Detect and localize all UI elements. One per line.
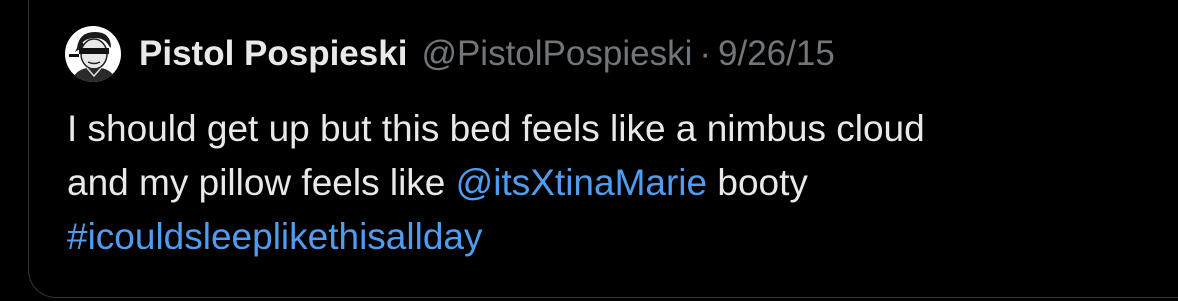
mention-link[interactable]: @itsXtinaMarie (456, 162, 707, 203)
tweet-text-line-1: I should get up but this bed feels like … (67, 108, 925, 149)
avatar-drawing-icon (65, 26, 121, 82)
author-name[interactable]: Pistol Pospieski (139, 34, 407, 74)
tweet-text: I should get up but this bed feels like … (67, 102, 1157, 264)
tweet-text-line-2-suffix: booty (707, 162, 808, 203)
tweet-text-line-3: #icouldsleeplikethisallday (67, 210, 1157, 264)
avatar[interactable] (65, 26, 121, 82)
tweet-text-line-2: and my pillow feels like @itsXtinaMarie … (67, 156, 1157, 210)
tweet-header: Pistol Pospieski @PistolPospieski · 9/26… (65, 26, 835, 82)
hashtag-link[interactable]: #icouldsleeplikethisallday (67, 216, 482, 257)
tweet-text-line-2-prefix: and my pillow feels like (67, 162, 456, 203)
separator-dot: · (699, 34, 712, 73)
author-handle[interactable]: @PistolPospieski (421, 34, 692, 74)
tweet-date[interactable]: 9/26/15 (718, 34, 835, 74)
quoted-tweet-card[interactable]: Pistol Pospieski @PistolPospieski · 9/26… (28, 0, 1178, 298)
quoted-tweet-page: Pistol Pospieski @PistolPospieski · 9/26… (0, 0, 1178, 301)
